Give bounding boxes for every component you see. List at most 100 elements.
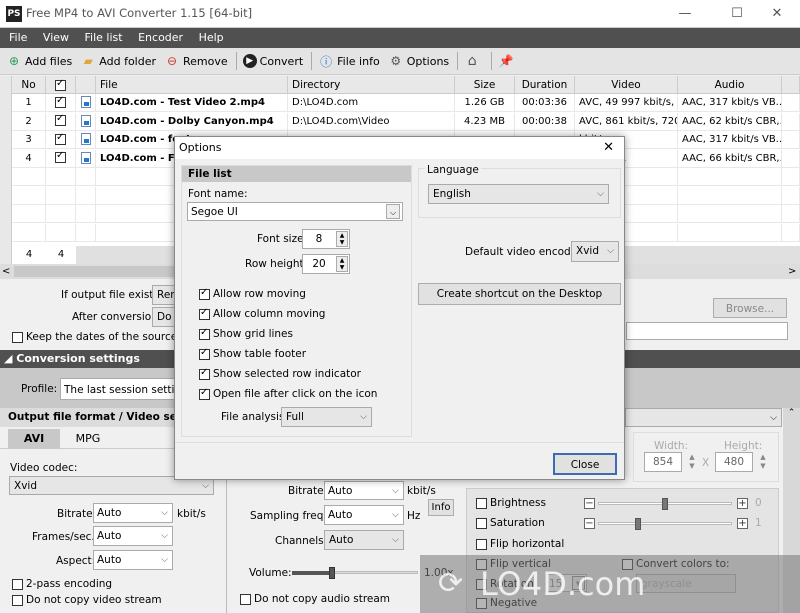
allow-row-moving-check[interactable] — [199, 287, 210, 300]
show-table-footer-check[interactable] — [199, 347, 210, 360]
allow-row-moving-checkbox[interactable]: Allow row moving — [199, 287, 306, 300]
row-checkbox[interactable] — [55, 132, 66, 145]
show-row-indicator-checkbox[interactable]: Show selected row indicator — [199, 367, 361, 380]
channels-select[interactable]: Auto ⌵ — [324, 530, 404, 550]
column-header-duration[interactable]: Duration — [515, 76, 575, 94]
aspect-select[interactable]: Auto ⌵ — [93, 550, 173, 570]
options-button[interactable]: ⚙ Options — [388, 53, 449, 69]
audio-bitrate-select[interactable]: Auto ⌵ — [324, 481, 404, 500]
select-all-checkbox[interactable] — [55, 78, 66, 91]
width-input[interactable]: 854 — [644, 452, 682, 472]
close-window-button[interactable]: ✕ — [754, 0, 800, 28]
video-bitrate-select[interactable]: Auto ⌵ — [93, 503, 173, 523]
no-copy-video-checkbox[interactable]: Do not copy video stream — [12, 594, 162, 606]
fps-select[interactable]: Auto ⌵ — [93, 526, 173, 546]
row-checkbox[interactable] — [55, 95, 66, 108]
allow-column-moving-check[interactable] — [199, 307, 210, 320]
brightness-check[interactable] — [476, 497, 487, 509]
saturation-check[interactable] — [476, 517, 487, 529]
column-header-check[interactable] — [46, 76, 76, 94]
row-checkbox[interactable] — [55, 113, 66, 126]
video-file-icon[interactable] — [80, 114, 91, 127]
saturation-slider[interactable] — [598, 518, 732, 530]
column-header-directory[interactable]: Directory — [288, 76, 455, 94]
saturation-minus-button[interactable]: − — [584, 518, 595, 529]
table-row[interactable]: 1 LO4D.com - Test Video 2.mp4D:\LO4D.com1… — [12, 94, 800, 112]
right-profile-select[interactable]: ⌵ — [625, 408, 782, 427]
sampling-freq-select[interactable]: Auto ⌵ — [324, 505, 404, 525]
font-size-spinner[interactable]: ▲ ▼ — [336, 231, 348, 247]
scroll-right-icon[interactable]: > — [788, 264, 796, 279]
create-shortcut-button[interactable]: Create shortcut on the Desktop — [418, 283, 621, 305]
table-row[interactable]: 2 LO4D.com - Dolby Canyon.mp4D:\LO4D.com\… — [12, 112, 800, 131]
file-analysis-select[interactable]: Full ⌵ — [281, 407, 372, 427]
home-button[interactable]: ⌂ — [464, 53, 483, 69]
flip-horizontal-checkbox[interactable]: Flip horizontal — [476, 538, 564, 550]
font-size-input[interactable]: 8 ▲ ▼ — [302, 229, 350, 249]
show-grid-lines-checkbox[interactable]: Show grid lines — [199, 327, 293, 340]
file-info-button[interactable]: ⓘ File info — [318, 53, 380, 69]
info-button[interactable]: Info — [428, 499, 454, 516]
dialog-close-icon[interactable]: ✕ — [603, 137, 614, 159]
two-pass-checkbox[interactable]: 2-pass encoding — [12, 578, 112, 590]
column-header-no[interactable]: No — [12, 76, 46, 94]
height-spinner[interactable]: ▲ ▼ — [757, 453, 769, 471]
column-header-size[interactable]: Size — [455, 76, 515, 94]
video-file-icon[interactable] — [80, 151, 91, 164]
height-input[interactable]: 480 — [715, 452, 753, 472]
show-grid-lines-check[interactable] — [199, 327, 210, 340]
font-name-select[interactable]: Segoe UI ⌵ — [187, 202, 403, 221]
add-files-button[interactable]: ⊕ Add files — [6, 53, 72, 69]
close-button[interactable]: Close — [553, 453, 617, 475]
open-file-on-icon-checkbox[interactable]: Open file after click on the icon — [199, 387, 377, 400]
menu-file[interactable]: File — [0, 28, 33, 48]
scroll-left-icon[interactable]: < — [2, 264, 10, 279]
column-header-audio[interactable]: Audio — [678, 76, 782, 94]
menu-view[interactable]: View — [37, 28, 75, 48]
no-copy-audio-checkbox[interactable]: Do not copy audio stream — [240, 593, 390, 605]
row-height-input[interactable]: 20 ▲ ▼ — [302, 254, 350, 274]
brightness-minus-button[interactable]: − — [584, 498, 595, 509]
brightness-slider-thumb[interactable] — [662, 498, 668, 510]
output-folder-input[interactable] — [626, 322, 788, 340]
brightness-slider[interactable] — [598, 498, 732, 510]
saturation-plus-button[interactable]: + — [737, 518, 748, 529]
scroll-up-icon[interactable]: ⌃ — [783, 408, 800, 418]
menu-help[interactable]: Help — [193, 28, 230, 48]
flip-horizontal-check[interactable] — [476, 538, 487, 550]
show-table-footer-checkbox[interactable]: Show table footer — [199, 347, 306, 360]
profile-select[interactable]: The last session settings — [60, 378, 180, 400]
show-row-indicator-check[interactable] — [199, 367, 210, 380]
column-header-file[interactable]: File — [96, 76, 288, 94]
default-encoder-select[interactable]: Xvid ⌵ — [571, 241, 619, 262]
column-header-video[interactable]: Video — [575, 76, 678, 94]
allow-column-moving-checkbox[interactable]: Allow column moving — [199, 307, 325, 320]
no-copy-video-check[interactable] — [12, 594, 23, 606]
tab-mpg[interactable]: MPG — [60, 429, 116, 449]
keep-dates-check[interactable] — [12, 331, 23, 343]
row-height-spinner[interactable]: ▲ ▼ — [336, 256, 348, 272]
pin-button[interactable]: 📌 — [498, 53, 517, 69]
convert-button[interactable]: ▶ Convert — [242, 54, 303, 68]
menu-file-list[interactable]: File list — [79, 28, 129, 48]
minimize-button[interactable]: — — [662, 0, 708, 28]
row-checkbox[interactable] — [55, 150, 66, 163]
volume-slider[interactable] — [292, 567, 418, 579]
brightness-checkbox[interactable]: Brightness — [476, 497, 546, 509]
menu-encoder[interactable]: Encoder — [132, 28, 189, 48]
video-file-icon[interactable] — [80, 133, 91, 145]
browse-button[interactable]: Browse... — [713, 298, 787, 318]
saturation-slider-thumb[interactable] — [635, 518, 642, 530]
no-copy-audio-check[interactable] — [240, 593, 251, 605]
add-folder-button[interactable]: ▰ Add folder — [80, 53, 156, 69]
width-spinner[interactable]: ▲ ▼ — [686, 453, 698, 471]
tab-avi[interactable]: AVI — [8, 429, 60, 449]
two-pass-check[interactable] — [12, 578, 23, 590]
volume-slider-thumb[interactable] — [329, 567, 336, 579]
language-select[interactable]: English ⌵ — [428, 184, 609, 204]
saturation-checkbox[interactable]: Saturation — [476, 517, 545, 529]
remove-button[interactable]: ⊖ Remove — [164, 53, 228, 69]
open-file-on-icon-check[interactable] — [199, 387, 210, 400]
video-file-icon[interactable] — [80, 96, 91, 108]
brightness-plus-button[interactable]: + — [737, 498, 748, 509]
